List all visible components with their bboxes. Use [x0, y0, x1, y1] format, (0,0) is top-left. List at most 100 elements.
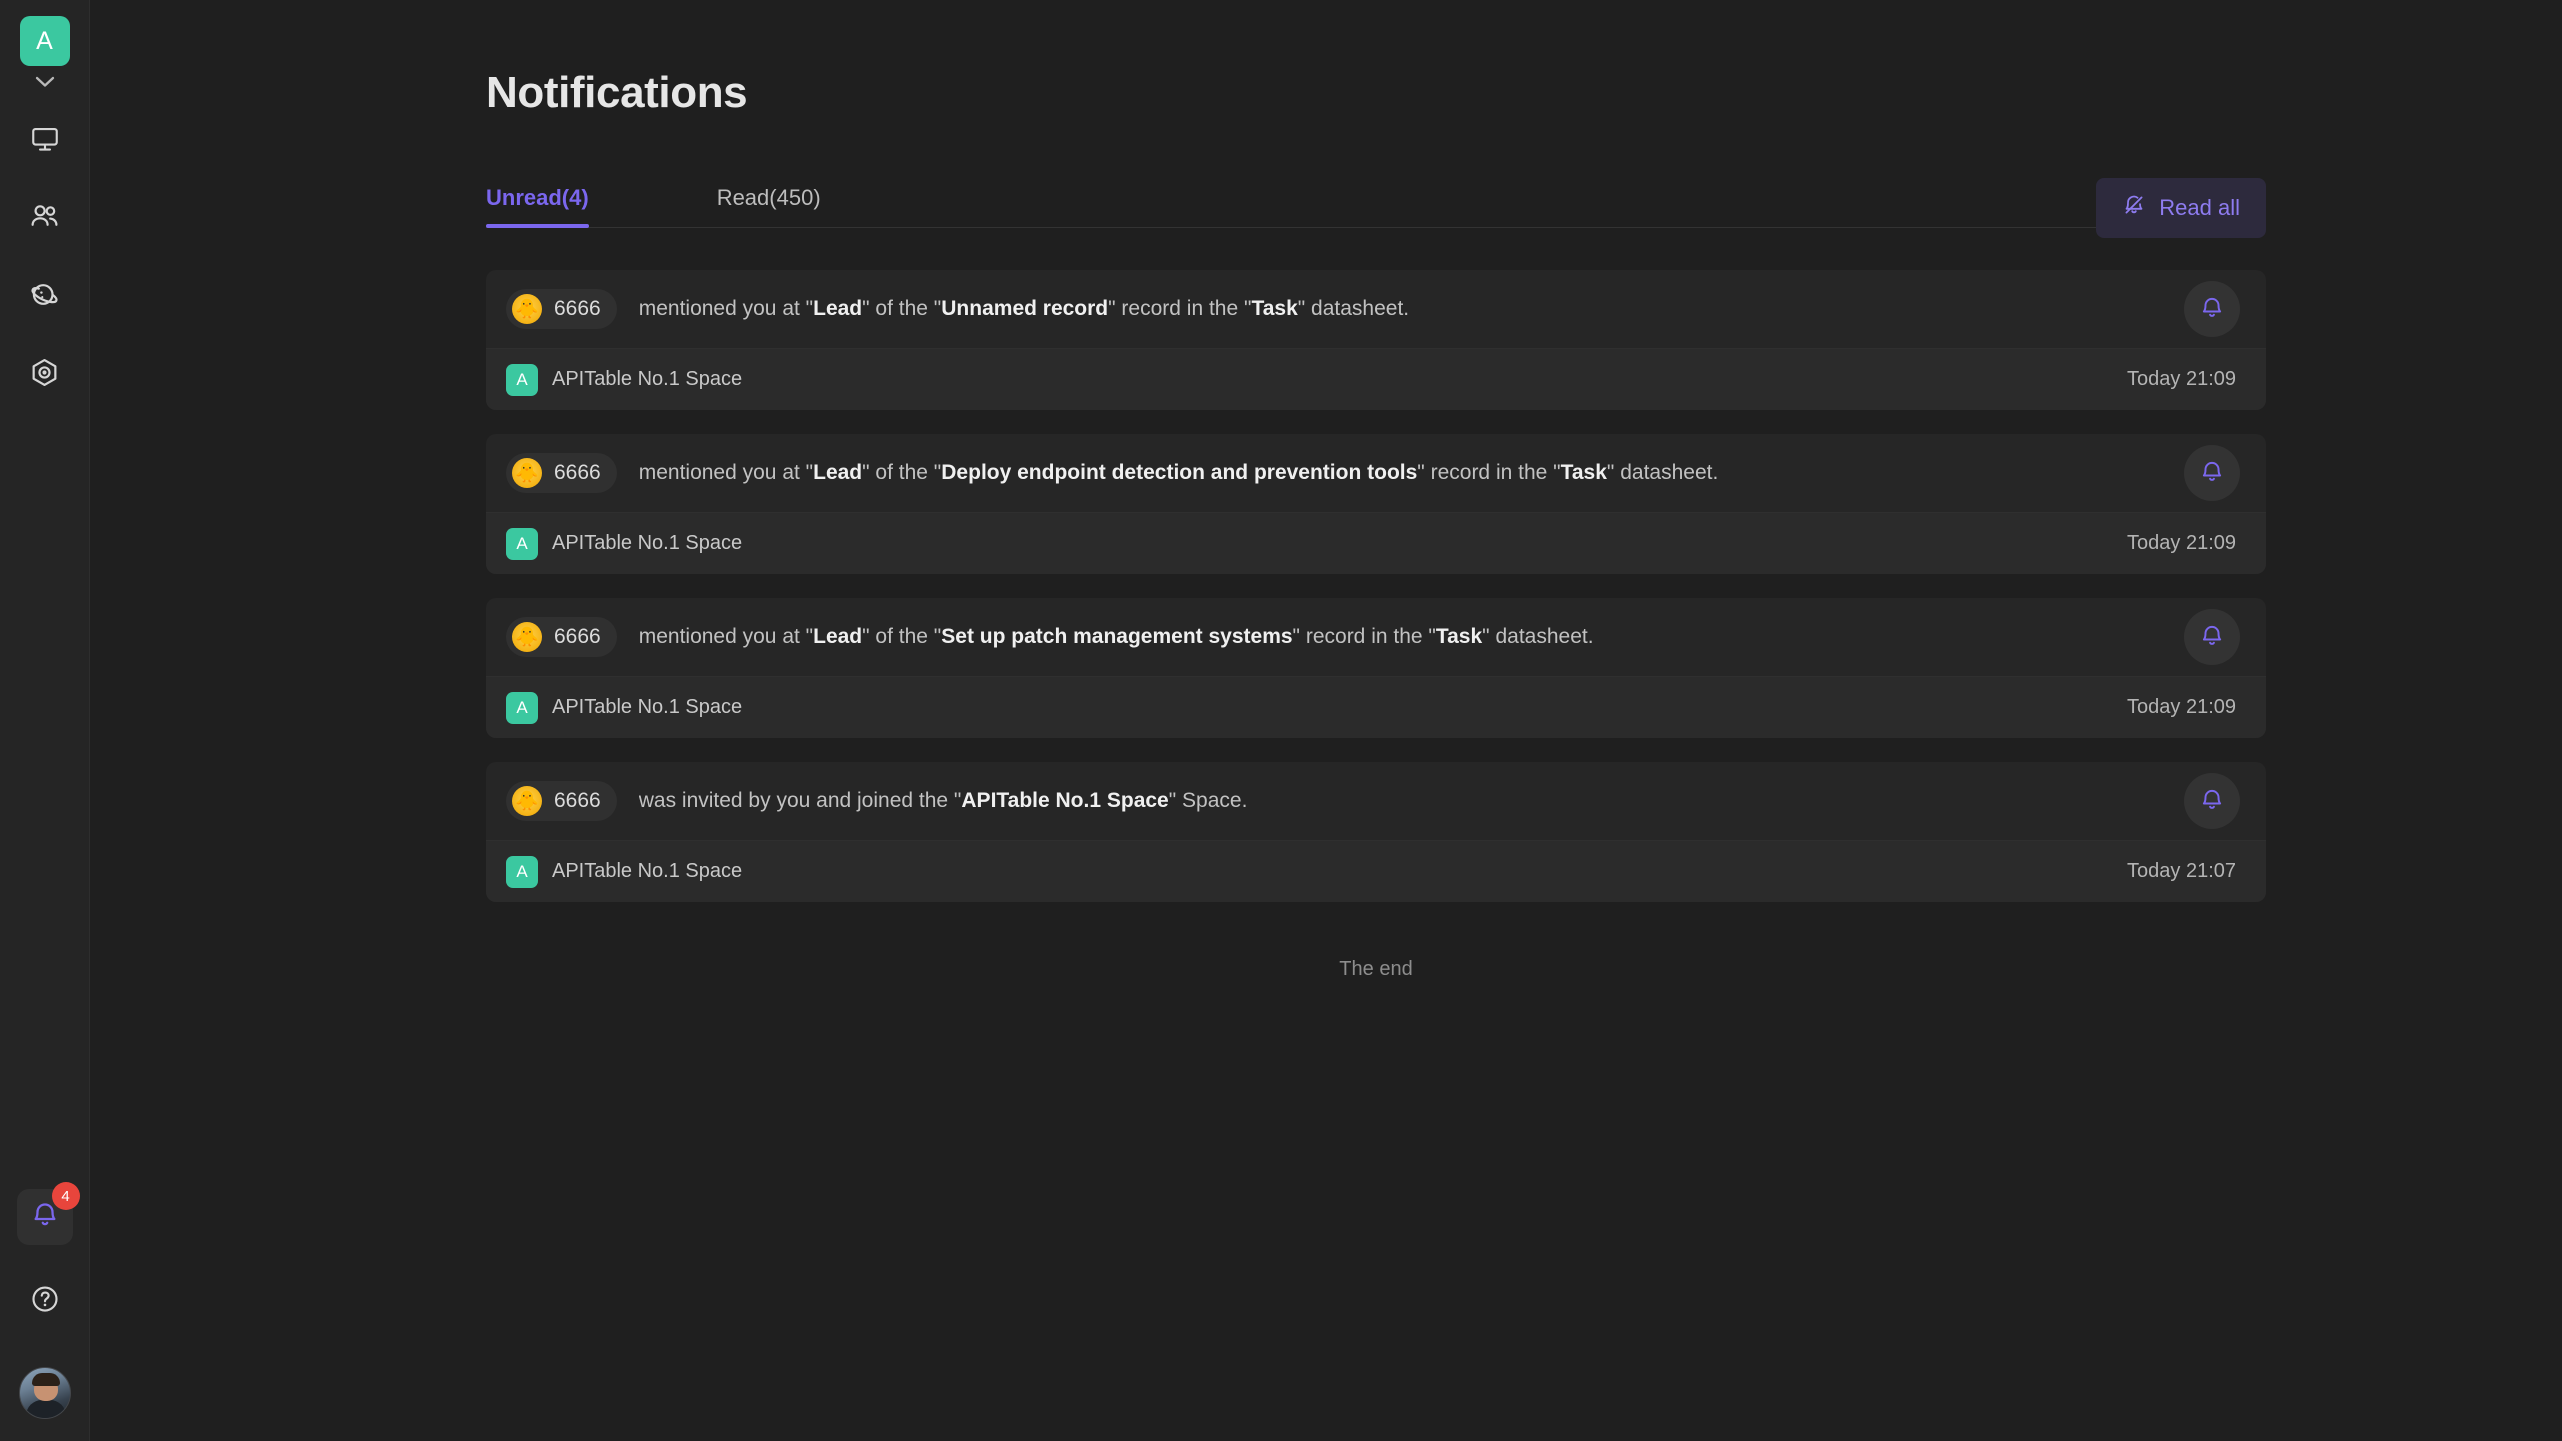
mark-read-button[interactable]	[2184, 773, 2240, 829]
message-highlight: Lead	[813, 625, 863, 648]
message-text: was invited by you and joined the "	[638, 789, 962, 812]
notification-card-bottom: A APITable No.1 Space Today 21:09	[486, 348, 2266, 410]
author-name: 6666	[554, 297, 601, 320]
app-root: A 4 Notifications Unread(4) Read(450) Re…	[0, 0, 2562, 1441]
tab-unread-label: Unread(4)	[486, 185, 589, 210]
space-badge: A	[506, 527, 538, 560]
notification-timestamp: Today 21:09	[2127, 368, 2236, 390]
mark-read-button[interactable]	[2184, 281, 2240, 337]
message-highlight: Unnamed record	[941, 297, 1109, 320]
notification-message: mentioned you at "Lead" of the "Set up p…	[639, 625, 2184, 649]
notification-card[interactable]: 🐥 6666 mentioned you at "Lead" of the "Unn…	[486, 270, 2266, 410]
message-text: " record in the "	[1417, 461, 1561, 484]
bell-icon	[2199, 623, 2225, 652]
sidebar-help-button[interactable]	[19, 1275, 71, 1327]
author-name: 6666	[554, 461, 601, 484]
message-text: " of the "	[862, 297, 942, 320]
message-highlight: Set up patch management systems	[941, 625, 1293, 648]
message-highlight: APITable No.1 Space	[961, 789, 1169, 812]
notification-card[interactable]: 🐥 6666 mentioned you at "Lead" of the "Set…	[486, 598, 2266, 738]
author-emoji-avatar-icon: 🐥	[512, 458, 542, 488]
message-highlight: Task	[1560, 461, 1607, 484]
space-badge: A	[506, 855, 538, 888]
avatar-hair	[31, 1373, 60, 1386]
bell-slash-icon	[2122, 193, 2146, 223]
planet-icon	[29, 279, 60, 315]
space-name: APITable No.1 Space	[552, 696, 743, 718]
notification-card-top: 🐥 6666 mentioned you at "Lead" of the "Unn…	[486, 270, 2266, 348]
end-of-list-text: The end	[1339, 958, 1413, 980]
sidebar-item-template[interactable]	[17, 269, 73, 325]
mark-read-button[interactable]	[2184, 445, 2240, 501]
tabs: Unread(4) Read(450)	[486, 172, 2266, 228]
space-badge: A	[506, 363, 538, 396]
notification-list: 🐥 6666 mentioned you at "Lead" of the "Unn…	[486, 270, 2266, 902]
message-text: " datasheet.	[1297, 297, 1410, 320]
message-highlight: Lead	[813, 461, 863, 484]
notification-message: was invited by you and joined the "APITa…	[639, 789, 2184, 813]
message-highlight: Deploy endpoint detection and prevention…	[941, 461, 1418, 484]
space-badge: A	[506, 691, 538, 724]
message-highlight: Lead	[813, 297, 863, 320]
author-emoji-avatar-icon: 🐥	[512, 786, 542, 816]
question-circle-icon	[30, 1284, 60, 1319]
notification-card[interactable]: 🐥 6666 was invited by you and joined the "…	[486, 762, 2266, 902]
tab-read[interactable]: Read(450)	[717, 185, 821, 227]
notification-timestamp: Today 21:07	[2127, 860, 2236, 882]
page-title: Notifications	[486, 68, 748, 117]
notification-card[interactable]: 🐥 6666 mentioned you at "Lead" of the "Dep…	[486, 434, 2266, 574]
notification-author[interactable]: 🐥 6666	[506, 289, 617, 329]
notification-timestamp: Today 21:09	[2127, 532, 2236, 554]
author-emoji-avatar-icon: 🐥	[512, 294, 542, 324]
message-text: " of the "	[862, 461, 942, 484]
message-text: mentioned you at "	[638, 461, 814, 484]
workspace-avatar-letter: A	[36, 26, 53, 55]
notification-card-bottom: A APITable No.1 Space Today 21:07	[486, 840, 2266, 902]
message-text: " datasheet.	[1482, 625, 1594, 648]
notification-message: mentioned you at "Lead" of the "Deploy e…	[639, 461, 2184, 485]
main-content: Notifications Unread(4) Read(450) Read a…	[90, 0, 2562, 1441]
tab-unread[interactable]: Unread(4)	[486, 185, 589, 228]
chevron-down-icon[interactable]	[32, 73, 58, 91]
mark-read-button[interactable]	[2184, 609, 2240, 665]
notification-message: mentioned you at "Lead" of the "Unnamed …	[639, 297, 2184, 321]
bell-icon	[2199, 459, 2225, 488]
read-all-button[interactable]: Read all	[2096, 178, 2266, 238]
space-name: APITable No.1 Space	[552, 860, 743, 882]
message-highlight: Task	[1435, 625, 1483, 648]
message-text: " record in the "	[1108, 297, 1252, 320]
message-text: " datasheet.	[1606, 461, 1719, 484]
avatar[interactable]	[18, 1367, 71, 1419]
message-text: " of the "	[862, 625, 942, 648]
notification-card-top: 🐥 6666 was invited by you and joined the "…	[486, 762, 2266, 840]
hexagon-target-icon	[29, 357, 60, 393]
message-text: mentioned you at "	[638, 297, 814, 320]
sidebar-notification-button[interactable]: 4	[16, 1182, 80, 1245]
tab-read-label: Read(450)	[716, 185, 821, 210]
bell-icon	[2199, 787, 2225, 816]
bell-icon	[2199, 295, 2225, 324]
message-highlight: Task	[1251, 297, 1298, 320]
notification-card-bottom: A APITable No.1 Space Today 21:09	[486, 676, 2266, 738]
notification-author[interactable]: 🐥 6666	[506, 781, 617, 821]
space-name: APITable No.1 Space	[552, 532, 743, 554]
notification-timestamp: Today 21:09	[2127, 696, 2236, 718]
message-text: mentioned you at "	[638, 625, 814, 648]
author-name: 6666	[554, 625, 601, 648]
message-text: " record in the "	[1292, 625, 1436, 648]
sidebar-item-automation[interactable]	[17, 347, 73, 403]
author-emoji-avatar-icon: 🐥	[512, 622, 542, 652]
workspace-avatar[interactable]: A	[19, 16, 70, 66]
sidebar-item-org[interactable]	[17, 191, 73, 247]
monitor-icon	[30, 124, 60, 159]
read-all-label: Read all	[2159, 195, 2240, 220]
sidebar-item-workbench[interactable]	[17, 113, 73, 169]
notification-card-bottom: A APITable No.1 Space Today 21:09	[486, 512, 2266, 574]
notification-author[interactable]: 🐥 6666	[506, 617, 617, 657]
users-icon	[29, 201, 60, 237]
notification-card-top: 🐥 6666 mentioned you at "Lead" of the "Dep…	[486, 434, 2266, 512]
sidebar: A 4	[0, 0, 90, 1441]
notification-author[interactable]: 🐥 6666	[506, 453, 617, 493]
notification-count-badge: 4	[51, 1182, 80, 1210]
author-name: 6666	[554, 789, 601, 812]
